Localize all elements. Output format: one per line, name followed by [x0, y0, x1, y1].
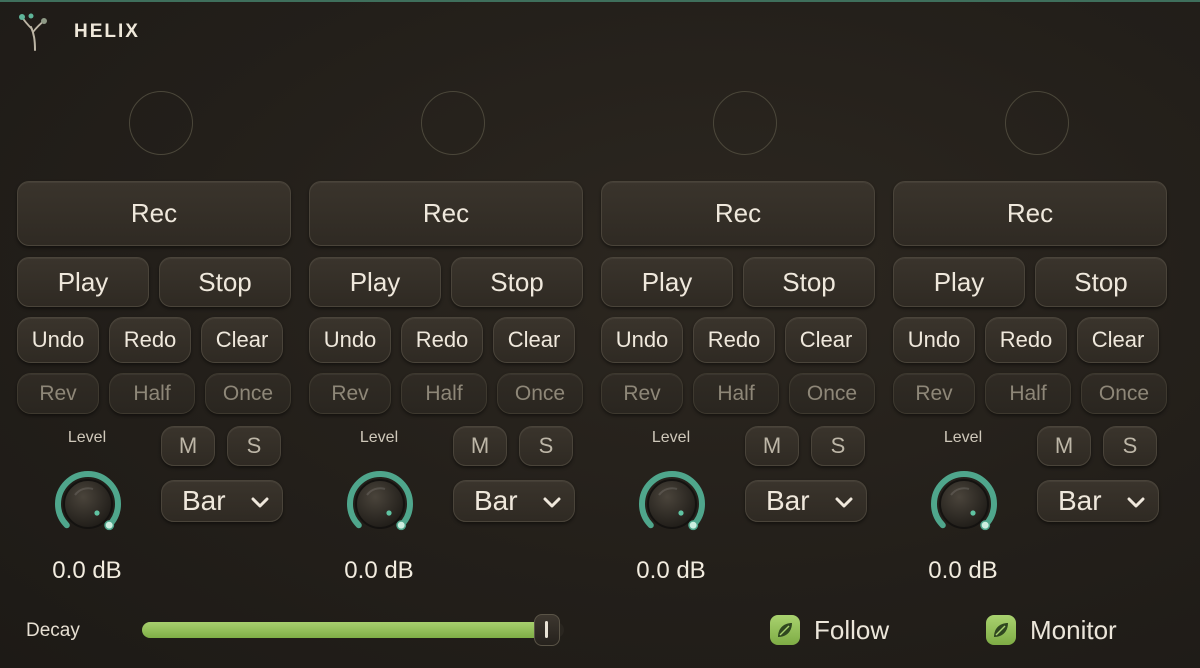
- solo-button[interactable]: S: [811, 426, 865, 466]
- play-button[interactable]: Play: [893, 257, 1025, 307]
- mute-button[interactable]: M: [453, 426, 507, 466]
- leaf-icon: [986, 615, 1016, 645]
- leaf-icon: [770, 615, 800, 645]
- level-label: Level: [943, 429, 983, 446]
- rec-button[interactable]: Rec: [601, 181, 875, 246]
- decay-slider[interactable]: [142, 614, 564, 646]
- clear-button[interactable]: Clear: [785, 317, 867, 363]
- level-value: 0.0 dB: [344, 557, 414, 584]
- lane-status-indicator: [1005, 91, 1069, 155]
- follow-toggle[interactable]: Follow: [770, 613, 889, 647]
- quantize-select[interactable]: Bar: [1037, 480, 1159, 522]
- stop-button[interactable]: Stop: [743, 257, 875, 307]
- redo-button[interactable]: Redo: [985, 317, 1067, 363]
- play-button[interactable]: Play: [17, 257, 149, 307]
- mute-button[interactable]: M: [1037, 426, 1091, 466]
- level-knob[interactable]: [629, 461, 715, 547]
- chevron-down-icon: [251, 497, 269, 508]
- stop-button[interactable]: Stop: [451, 257, 583, 307]
- level-knob[interactable]: [921, 461, 1007, 547]
- level-value: 0.0 dB: [636, 557, 706, 584]
- reverse-button[interactable]: Rev: [309, 373, 391, 414]
- quantize-value: Bar: [182, 485, 226, 516]
- chevron-down-icon: [1127, 497, 1145, 508]
- undo-button[interactable]: Undo: [17, 317, 99, 363]
- monitor-label: Monitor: [1030, 614, 1117, 645]
- level-knob[interactable]: [337, 461, 423, 547]
- redo-button[interactable]: Redo: [401, 317, 483, 363]
- level-value: 0.0 dB: [928, 557, 998, 584]
- quantize-select[interactable]: Bar: [745, 480, 867, 522]
- chevron-down-icon: [543, 497, 561, 508]
- undo-button[interactable]: Undo: [601, 317, 683, 363]
- play-once-button[interactable]: Once: [789, 373, 875, 414]
- monitor-toggle[interactable]: Monitor: [986, 613, 1117, 647]
- mute-button[interactable]: M: [161, 426, 215, 466]
- stop-button[interactable]: Stop: [1035, 257, 1167, 307]
- play-button[interactable]: Play: [601, 257, 733, 307]
- clear-button[interactable]: Clear: [201, 317, 283, 363]
- undo-button[interactable]: Undo: [309, 317, 391, 363]
- lane-status-indicator: [129, 91, 193, 155]
- reverse-button[interactable]: Rev: [893, 373, 975, 414]
- half-speed-button[interactable]: Half: [985, 373, 1071, 414]
- play-once-button[interactable]: Once: [497, 373, 583, 414]
- clear-button[interactable]: Clear: [493, 317, 575, 363]
- redo-button[interactable]: Redo: [693, 317, 775, 363]
- half-speed-button[interactable]: Half: [109, 373, 195, 414]
- follow-label: Follow: [814, 614, 890, 645]
- decay-slider-fill: [142, 622, 548, 638]
- level-label: Level: [651, 429, 691, 446]
- half-speed-button[interactable]: Half: [693, 373, 779, 414]
- reverse-button[interactable]: Rev: [17, 373, 99, 414]
- play-once-button[interactable]: Once: [205, 373, 291, 414]
- mute-button[interactable]: M: [745, 426, 799, 466]
- rec-button[interactable]: Rec: [309, 181, 583, 246]
- loop-lane-3: Rec Play Stop Undo Redo Clear Rev Half O…: [601, 0, 875, 600]
- decay-slider-thumb[interactable]: [534, 614, 561, 646]
- loop-lane-4: Rec Play Stop Undo Redo Clear Rev Half O…: [893, 0, 1167, 600]
- quantize-select[interactable]: Bar: [161, 480, 283, 522]
- rec-button[interactable]: Rec: [893, 181, 1167, 246]
- quantize-value: Bar: [766, 485, 810, 516]
- level-label: Level: [67, 429, 107, 446]
- quantize-value: Bar: [1058, 485, 1102, 516]
- half-speed-button[interactable]: Half: [401, 373, 487, 414]
- lane-status-indicator: [713, 91, 777, 155]
- quantize-value: Bar: [474, 485, 518, 516]
- solo-button[interactable]: S: [1103, 426, 1157, 466]
- stop-button[interactable]: Stop: [159, 257, 291, 307]
- level-label: Level: [359, 429, 399, 446]
- reverse-button[interactable]: Rev: [601, 373, 683, 414]
- decay-label: Decay: [26, 620, 80, 641]
- lane-status-indicator: [421, 91, 485, 155]
- play-once-button[interactable]: Once: [1081, 373, 1167, 414]
- undo-button[interactable]: Undo: [893, 317, 975, 363]
- loop-lane-1: Rec Play Stop Undo Redo Clear Rev Half O…: [17, 0, 291, 600]
- redo-button[interactable]: Redo: [109, 317, 191, 363]
- loop-lane-2: Rec Play Stop Undo Redo Clear Rev Half O…: [309, 0, 583, 600]
- solo-button[interactable]: S: [227, 426, 281, 466]
- rec-button[interactable]: Rec: [17, 181, 291, 246]
- quantize-select[interactable]: Bar: [453, 480, 575, 522]
- clear-button[interactable]: Clear: [1077, 317, 1159, 363]
- play-button[interactable]: Play: [309, 257, 441, 307]
- level-value: 0.0 dB: [52, 557, 122, 584]
- chevron-down-icon: [835, 497, 853, 508]
- level-knob[interactable]: [45, 461, 131, 547]
- solo-button[interactable]: S: [519, 426, 573, 466]
